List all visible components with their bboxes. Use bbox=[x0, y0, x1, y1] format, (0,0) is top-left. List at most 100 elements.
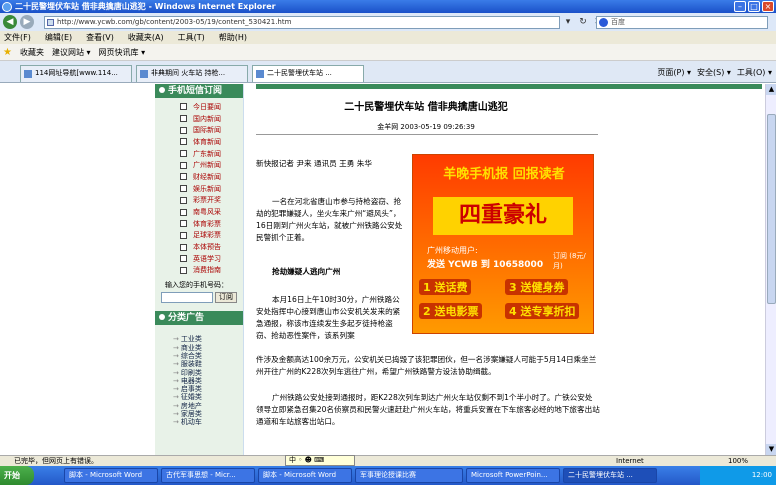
status-bar: 已完毕，但网页上有错误。 Internet 100% bbox=[0, 455, 776, 466]
phone-input[interactable] bbox=[161, 292, 213, 304]
menu-help[interactable]: 帮助(H) bbox=[219, 32, 247, 43]
category-link[interactable]: → 工业类 bbox=[173, 335, 243, 343]
checkbox[interactable] bbox=[180, 138, 187, 146]
menu-tools[interactable]: 工具(T) bbox=[178, 32, 205, 43]
refresh-icon[interactable]: ↻ bbox=[577, 16, 589, 28]
checkbox[interactable] bbox=[180, 196, 187, 204]
promo-banner[interactable]: 羊晚手机报 回报读者 四重豪礼 广州移动用户: 发送 YCWB 到 106580… bbox=[412, 154, 594, 334]
sms-item[interactable]: 娱乐新闻 bbox=[180, 183, 243, 195]
page-content: 手机短信订阅 今日要闻 国内新闻 国际新闻 体育新闻 广东新闻 广州新闻 财经新… bbox=[0, 84, 765, 455]
tab-favicon bbox=[256, 70, 264, 78]
dropdown-icon[interactable]: ▾ bbox=[562, 16, 574, 28]
checkbox[interactable] bbox=[180, 115, 187, 123]
sms-item[interactable]: 本体预告 bbox=[180, 241, 243, 253]
task-powerpoint[interactable]: Microsoft PowerPoin... bbox=[466, 468, 560, 483]
checkbox[interactable] bbox=[180, 185, 187, 193]
banner-price: 订阅 (8元/月) bbox=[553, 252, 586, 270]
checkbox[interactable] bbox=[180, 150, 187, 158]
tools-menu[interactable]: 工具(O) ▾ bbox=[737, 67, 772, 78]
taskbar: 开始 脚本 - Microsoft Word 古代军事思想 - Micr... … bbox=[0, 466, 776, 485]
checkbox[interactable] bbox=[180, 266, 187, 274]
category-link[interactable]: → 机动车 bbox=[173, 418, 243, 426]
sms-item[interactable]: 英语学习 bbox=[180, 253, 243, 265]
suggested-sites-button[interactable]: 建议网站 ▾ bbox=[52, 47, 91, 58]
sms-item[interactable]: 消费指南 bbox=[180, 265, 243, 277]
checkbox[interactable] bbox=[180, 103, 187, 111]
back-button[interactable]: ◀ bbox=[3, 15, 17, 29]
menu-file[interactable]: 文件(F) bbox=[4, 32, 31, 43]
web-slice-button[interactable]: 网页快讯库 ▾ bbox=[99, 47, 146, 58]
checkbox[interactable] bbox=[180, 161, 187, 169]
task-ancient-military[interactable]: 古代军事思想 - Micr... bbox=[161, 468, 255, 483]
category-link[interactable]: → 服装鞋 bbox=[173, 360, 243, 368]
vertical-scrollbar[interactable]: ▲ ▼ bbox=[765, 84, 776, 455]
category-label: 工业类 bbox=[180, 335, 202, 344]
subscribe-button[interactable]: 订阅 bbox=[215, 292, 237, 304]
sms-item[interactable]: 南粤风采 bbox=[180, 206, 243, 218]
search-placeholder: 百度 bbox=[611, 18, 625, 26]
sms-item[interactable]: 国际新闻 bbox=[180, 124, 243, 136]
sms-item[interactable]: 广州新闻 bbox=[180, 159, 243, 171]
menu-bar: 文件(F) 编辑(E) 查看(V) 收藏夹(A) 工具(T) 帮助(H) bbox=[0, 31, 776, 44]
close-button[interactable]: × bbox=[762, 1, 774, 12]
tab-sars-station[interactable]: 非典期间 火车站 持枪... bbox=[136, 65, 248, 82]
safety-menu[interactable]: 安全(S) ▾ bbox=[697, 67, 731, 78]
checkbox[interactable] bbox=[180, 208, 187, 216]
category-link[interactable]: → 综合类 bbox=[173, 352, 243, 360]
sms-item-label: 广东新闻 bbox=[193, 149, 221, 158]
sms-item[interactable]: 彩票开奖 bbox=[180, 195, 243, 207]
banner-title: 四重豪礼 bbox=[433, 197, 573, 235]
maximize-button[interactable]: □ bbox=[748, 1, 760, 12]
article-meta: 金羊网 2003-05-19 09:26:39 bbox=[377, 123, 475, 131]
category-link[interactable]: → 印刷类 bbox=[173, 369, 243, 377]
category-label: 房地产 bbox=[180, 401, 202, 410]
checkbox[interactable] bbox=[180, 220, 187, 228]
sms-item-label: 财经新闻 bbox=[193, 172, 221, 181]
task-word-script-2[interactable]: 脚本 - Microsoft Word bbox=[258, 468, 352, 483]
task-ie-article[interactable]: 二十民警埋伏车站 ... bbox=[563, 468, 657, 483]
url-field[interactable]: http://www.ycwb.com/gb/content/2003-05/1… bbox=[44, 16, 560, 29]
byline: 新快报记者 尹来 通讯员 王勇 朱华 bbox=[256, 159, 372, 168]
checkbox[interactable] bbox=[180, 126, 187, 134]
task-word-script[interactable]: 脚本 - Microsoft Word bbox=[64, 468, 158, 483]
start-button[interactable]: 开始 bbox=[0, 466, 34, 485]
clock[interactable]: 12:00 bbox=[752, 471, 772, 479]
page-menu[interactable]: 页面(P) ▾ bbox=[657, 67, 691, 78]
page-icon bbox=[47, 19, 54, 26]
sms-item-label: 今日要闻 bbox=[193, 102, 221, 111]
minimize-button[interactable]: – bbox=[734, 1, 746, 12]
search-input[interactable]: 百度 bbox=[596, 16, 768, 29]
checkbox[interactable] bbox=[180, 231, 187, 239]
checkbox[interactable] bbox=[180, 243, 187, 251]
arrow-icon: → bbox=[173, 351, 179, 360]
scroll-thumb[interactable] bbox=[767, 114, 776, 304]
checkbox[interactable] bbox=[180, 255, 187, 263]
sms-item[interactable]: 国内新闻 bbox=[180, 113, 243, 125]
tab-114[interactable]: 114网址导航[www.114... bbox=[20, 65, 132, 82]
scroll-down-icon[interactable]: ▼ bbox=[766, 444, 776, 455]
sms-item[interactable]: 体育彩票 bbox=[180, 218, 243, 230]
menu-favorites[interactable]: 收藏夹(A) bbox=[128, 32, 164, 43]
category-link[interactable]: → 征婚类 bbox=[173, 393, 243, 401]
category-link[interactable]: → 商业类 bbox=[173, 344, 243, 352]
menu-view[interactable]: 查看(V) bbox=[86, 32, 114, 43]
sms-item[interactable]: 今日要闻 bbox=[180, 101, 243, 113]
tab-current-article[interactable]: 二十民警埋伏车站 ... bbox=[252, 65, 364, 82]
sms-item[interactable]: 足球彩票 bbox=[180, 230, 243, 242]
checkbox[interactable] bbox=[180, 173, 187, 181]
tab-label: 非典期间 火车站 持枪... bbox=[151, 69, 226, 77]
zoom-level[interactable]: 100% bbox=[728, 456, 748, 466]
scroll-up-icon[interactable]: ▲ bbox=[766, 84, 776, 95]
category-link[interactable]: → 房地产 bbox=[173, 402, 243, 410]
task-military-contest[interactable]: 军事理论授课比赛 bbox=[355, 468, 463, 483]
favorites-button[interactable]: 收藏夹 bbox=[20, 47, 44, 58]
sms-item[interactable]: 体育新闻 bbox=[180, 136, 243, 148]
menu-edit[interactable]: 编辑(E) bbox=[45, 32, 72, 43]
arrow-icon: → bbox=[173, 335, 179, 344]
category-label: 商业类 bbox=[180, 343, 202, 352]
sms-item[interactable]: 广东新闻 bbox=[180, 148, 243, 160]
sms-item[interactable]: 财经新闻 bbox=[180, 171, 243, 183]
ime-toolbar[interactable]: 中 ◦ ☻ ⌨ bbox=[285, 455, 355, 466]
category-link[interactable]: → 电器类 bbox=[173, 377, 243, 385]
forward-button[interactable]: ▶ bbox=[20, 15, 34, 29]
